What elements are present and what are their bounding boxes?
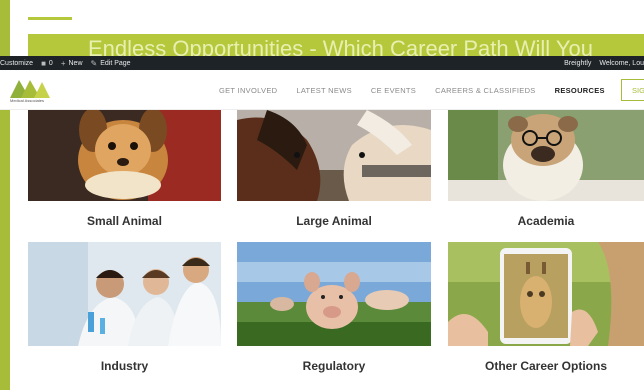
nav-item-ce-events[interactable]: CE EVENTS (371, 86, 416, 95)
customize-label: Customize (0, 59, 34, 67)
site-name-link[interactable]: Breightly (564, 60, 591, 67)
career-card-academia[interactable]: Academia (448, 110, 644, 235)
nav-item-latest-news[interactable]: LATEST NEWS (296, 86, 352, 95)
horses-photo[interactable] (237, 110, 431, 201)
banner-heading: Endless Opportunities - Which Career Pat… (88, 36, 594, 56)
account-menu[interactable]: Welcome, Lou (599, 60, 644, 67)
comment-icon: ■ (41, 58, 46, 68)
career-card-large-animal[interactable]: Large Animal (237, 110, 431, 235)
admin-toolbar: Customize ■ 0 + New ✎ Edit Page Breightl… (0, 56, 644, 70)
career-label: Other Career Options (484, 359, 608, 373)
career-card-regulatory[interactable]: Regulatory (237, 242, 431, 377)
career-label: Industry (100, 359, 149, 373)
career-label: Regulatory (302, 359, 366, 373)
giraffe-phone-photo[interactable] (448, 242, 644, 346)
career-label: Small Animal (87, 214, 162, 228)
welcome-text: Welcome, Lou (599, 59, 644, 67)
plus-icon: + (60, 58, 66, 68)
career-card-small-animal[interactable]: Small Animal (28, 110, 221, 235)
main-navigation: Medical Associates GET INVOLVED LATEST N… (0, 70, 644, 110)
edit-page-link[interactable]: ✎ Edit Page (91, 59, 131, 68)
puppy-photo[interactable] (28, 110, 221, 201)
lab-scientists-photo[interactable] (28, 242, 221, 346)
career-card-other-career-options[interactable]: Other Career Options (448, 242, 644, 377)
career-path-banner: Endless Opportunities - Which Career Pat… (28, 34, 644, 56)
logo-subtext: Medical Associates (10, 98, 45, 103)
nav-item-get-involved[interactable]: GET INVOLVED (219, 86, 277, 95)
career-label: Large Animal (296, 214, 372, 228)
pencil-icon: ✎ (90, 58, 98, 68)
edit-page-label: Edit Page (100, 59, 131, 67)
career-card-industry[interactable]: Industry (28, 242, 221, 377)
comments-count: 0 (48, 59, 53, 67)
bulldog-glasses-photo[interactable] (448, 110, 644, 201)
customize-link[interactable]: Customize (0, 60, 33, 67)
sign-in-button[interactable]: SIG (621, 79, 644, 101)
site-name: Breightly (564, 59, 592, 67)
nav-item-careers-classifieds[interactable]: CAREERS & CLASSIFIEDS (435, 86, 536, 95)
title-underline (28, 17, 72, 20)
nav-item-resources[interactable]: RESOURCES (555, 86, 605, 95)
new-label: New (68, 59, 83, 67)
pig-photo[interactable] (237, 242, 431, 346)
career-label: Academia (517, 214, 575, 228)
new-content-link[interactable]: + New (61, 59, 83, 68)
nav-menu: GET INVOLVED LATEST NEWS CE EVENTS CAREE… (219, 70, 624, 110)
comments-link[interactable]: ■ 0 (41, 59, 53, 68)
